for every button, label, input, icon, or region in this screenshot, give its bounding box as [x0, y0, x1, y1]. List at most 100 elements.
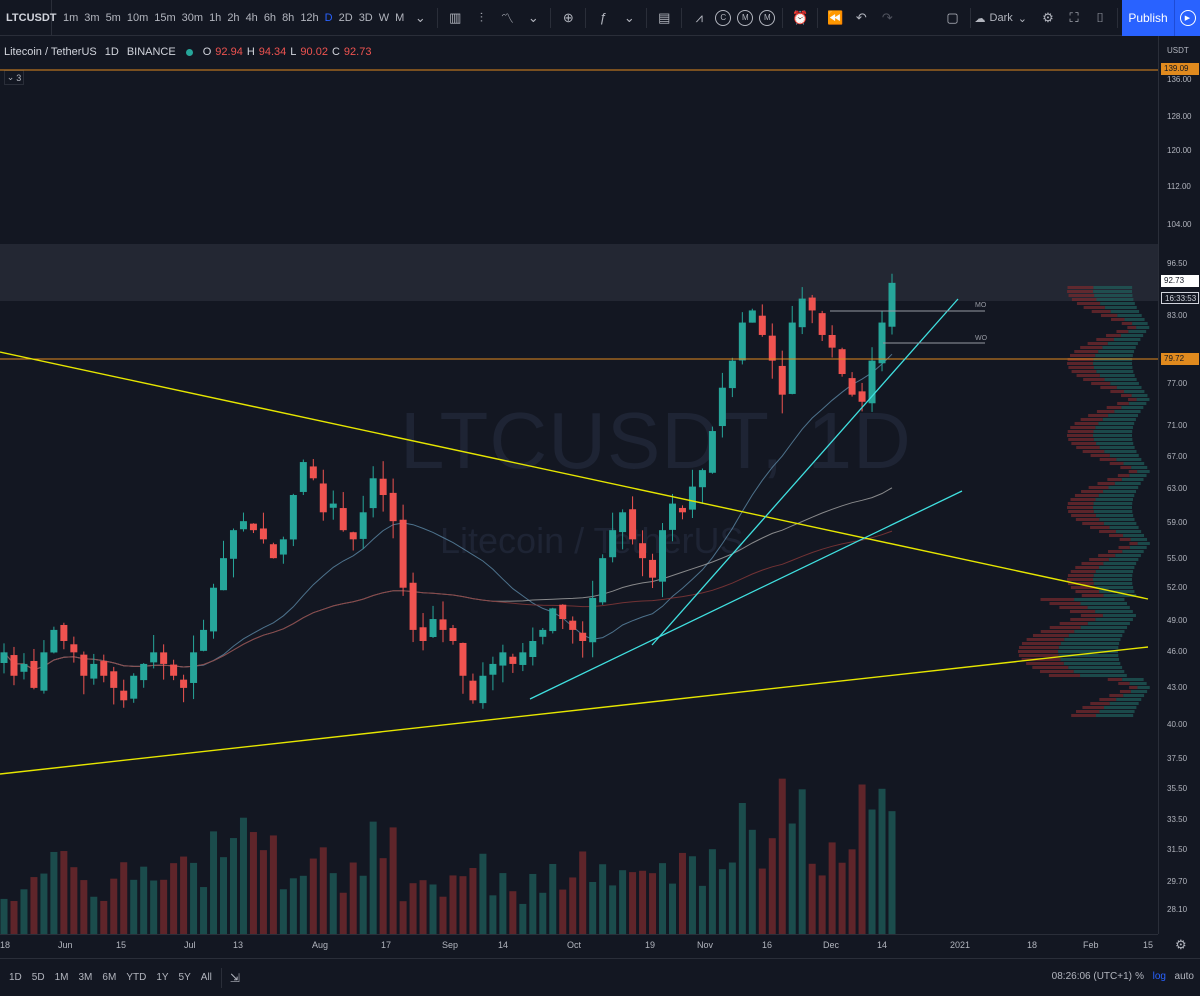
fullscreen-icon[interactable]: ⛶ [1064, 8, 1084, 28]
candle-body [718, 387, 726, 427]
interval-m[interactable]: M [392, 12, 407, 24]
goto-date-icon[interactable]: ⇲ [230, 971, 240, 985]
chevron-down-icon[interactable]: ⌄ [619, 8, 639, 28]
gear-icon[interactable]: ⚙ [1175, 937, 1187, 953]
bar-style-icon[interactable]: ⫶ [471, 8, 491, 28]
profile-bar-down [1071, 714, 1096, 717]
profile-bar-up [1103, 562, 1137, 565]
profile-bar-down [1026, 662, 1064, 665]
gear-icon[interactable]: ⚙ [1038, 8, 1058, 28]
profile-bar-up [1099, 446, 1135, 449]
volume-bar [30, 877, 38, 934]
interval-10m[interactable]: 10m [124, 12, 151, 24]
interval-1m[interactable]: 1m [60, 12, 81, 24]
range-5y[interactable]: 5Y [174, 972, 196, 983]
time-tick: Sep [442, 940, 459, 950]
compare-add-icon[interactable]: ⊕ [558, 8, 578, 28]
candle-body [0, 652, 8, 663]
range-1d[interactable]: 1D [4, 972, 27, 983]
profile-bar-down [1082, 522, 1104, 525]
interval-d[interactable]: D [322, 12, 336, 24]
chevron-down-icon[interactable]: ⌄ [410, 8, 430, 28]
volume-bar [269, 835, 277, 934]
log-toggle[interactable]: log [1153, 971, 1166, 982]
candle-body [649, 559, 657, 578]
camera-icon[interactable]: ⌷ [1090, 8, 1110, 28]
candle-body [668, 503, 676, 530]
trendline-cyan-lower[interactable] [529, 490, 963, 700]
profile-bar-down [1090, 454, 1110, 457]
interval-3m[interactable]: 3m [81, 12, 102, 24]
interval-15m[interactable]: 15m [151, 12, 178, 24]
financials-icon[interactable]: ▤ [654, 8, 674, 28]
candle-body [549, 608, 557, 632]
symbol-search[interactable]: LTCUSDT [0, 0, 57, 35]
candle-body [748, 310, 756, 323]
theme-label: Dark [989, 12, 1013, 24]
theme-selector[interactable]: ☁ Dark ⌄ [975, 12, 1027, 25]
percent-toggle[interactable]: % [1135, 971, 1144, 982]
replay-icon[interactable]: ⏪ [825, 8, 845, 28]
m-circle-icon[interactable]: M [759, 9, 776, 26]
profile-bar-down [1032, 666, 1069, 669]
candle-body [459, 642, 467, 676]
profile-bar-down [1100, 314, 1118, 317]
range-1m[interactable]: 1M [50, 972, 74, 983]
profile-bar-up [1093, 366, 1133, 369]
interval-1h[interactable]: 1h [206, 12, 224, 24]
indicators-icon[interactable]: ƒ [593, 8, 613, 28]
sidebar-toggle[interactable]: ▶ [1174, 0, 1200, 36]
clock-readout[interactable]: 08:26:06 (UTC+1) [1052, 971, 1132, 982]
interval-12h[interactable]: 12h [297, 12, 321, 24]
volume-bar [389, 827, 397, 934]
trendline-yellow-descending[interactable] [0, 351, 1149, 600]
range-5d[interactable]: 5D [27, 972, 50, 983]
profile-bar-down [1118, 546, 1130, 549]
publish-button[interactable]: Publish [1122, 0, 1174, 36]
profile-bar-up [1102, 614, 1136, 617]
c-circle-icon[interactable]: C [715, 9, 732, 26]
profile-bar-down [1117, 474, 1130, 477]
trendline-cyan-upper[interactable] [651, 298, 959, 646]
volume-bar [160, 879, 168, 934]
profile-bar-up [1104, 706, 1137, 709]
price-chart[interactable]: MO WO [0, 36, 1158, 934]
interval-30m[interactable]: 30m [179, 12, 206, 24]
interval-w[interactable]: W [376, 12, 392, 24]
layout-square-icon[interactable]: ▢ [943, 8, 963, 28]
interval-6h[interactable]: 6h [261, 12, 279, 24]
redo-icon[interactable]: ↷ [877, 8, 897, 28]
price-axis[interactable]: USDT 136.00 128.00 120.00 112.00 104.00 96.50… [1158, 36, 1200, 934]
range-3m[interactable]: 3M [74, 972, 98, 983]
profile-bar-down [1021, 642, 1061, 645]
templates-icon[interactable]: ⩘ [689, 8, 709, 28]
m-circle-icon[interactable]: M [737, 9, 754, 26]
profile-bar-up [1121, 478, 1144, 481]
range-6m[interactable]: 6M [97, 972, 121, 983]
profile-bar-up [1123, 534, 1145, 537]
volume-bar [329, 873, 337, 934]
interval-3d[interactable]: 3D [356, 12, 376, 24]
interval-4h[interactable]: 4h [243, 12, 261, 24]
interval-5m[interactable]: 5m [103, 12, 124, 24]
line-chart-icon[interactable]: 〽 [497, 8, 517, 28]
alert-clock-icon[interactable]: ⏰ [790, 8, 810, 28]
profile-bar-up [1096, 370, 1134, 373]
range-all[interactable]: All [196, 972, 217, 983]
range-1y[interactable]: 1Y [151, 972, 173, 983]
auto-toggle[interactable]: auto [1175, 971, 1194, 982]
candle-body [120, 690, 128, 701]
profile-bar-down [1074, 422, 1099, 425]
interval-8h[interactable]: 8h [279, 12, 297, 24]
interval-2d[interactable]: 2D [336, 12, 356, 24]
candles-icon[interactable]: ▥ [445, 8, 465, 28]
undo-icon[interactable]: ↶ [851, 8, 871, 28]
time-tick: 18 [0, 940, 11, 950]
time-axis[interactable]: ⚙ 18 Jun 15 Jul 13 Aug 17 Sep 14 Oct 19 Nov 16 Dec 14 2… [0, 934, 1187, 956]
profile-bar-down [1082, 450, 1105, 453]
divider [646, 7, 648, 28]
interval-2h[interactable]: 2h [224, 12, 242, 24]
profile-bar-up [1104, 306, 1137, 309]
chevron-down-icon[interactable]: ⌄ [523, 8, 543, 28]
range-ytd[interactable]: YTD [121, 972, 151, 983]
